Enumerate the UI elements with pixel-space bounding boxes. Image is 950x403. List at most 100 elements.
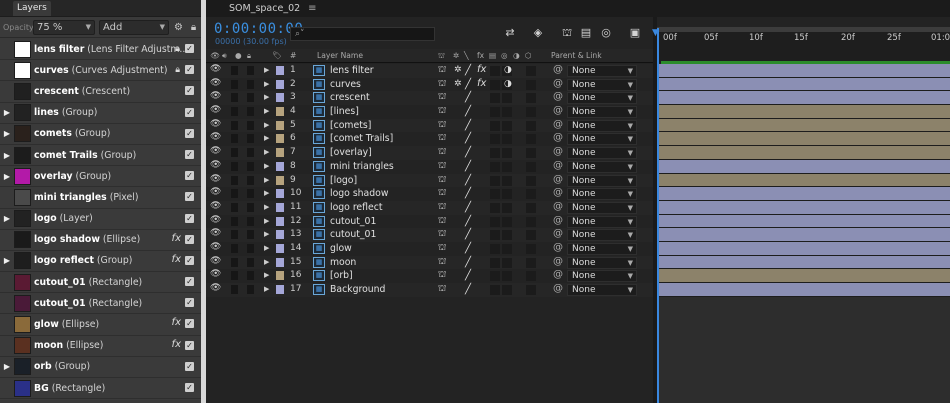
motion-blur-switch[interactable] bbox=[502, 243, 512, 254]
solo-switch[interactable] bbox=[231, 202, 238, 212]
lock-icon[interactable]: 🔒︎ bbox=[175, 65, 180, 75]
layer-duration-bar[interactable] bbox=[658, 187, 950, 201]
eye-icon[interactable]: 👁︎ bbox=[210, 228, 221, 238]
3d-layer-switch[interactable] bbox=[526, 285, 536, 295]
label-color-swatch[interactable] bbox=[276, 271, 284, 281]
fx-icon[interactable]: fx bbox=[172, 317, 181, 328]
expand-triangle-icon[interactable]: ▶ bbox=[264, 258, 269, 266]
expand-triangle-icon[interactable]: ▶ bbox=[264, 230, 269, 238]
layer-name[interactable]: [comet Trails] bbox=[330, 133, 393, 144]
expand-triangle-icon[interactable]: ▶ bbox=[264, 107, 269, 115]
lock-switch[interactable] bbox=[247, 148, 254, 158]
layer-name[interactable]: lens filter bbox=[330, 65, 374, 76]
lock-switch[interactable] bbox=[247, 285, 254, 294]
layer-name[interactable]: [orb] bbox=[330, 270, 353, 281]
expand-triangle-icon[interactable]: ▶ bbox=[264, 189, 269, 197]
lock-switch[interactable] bbox=[247, 175, 254, 185]
lock-switch[interactable] bbox=[247, 107, 254, 117]
current-time-indicator[interactable] bbox=[657, 28, 659, 403]
lock-switch[interactable] bbox=[247, 243, 254, 253]
motion-blur-switch[interactable] bbox=[502, 271, 512, 282]
audio-column-icon[interactable]: 🔊︎ bbox=[222, 51, 227, 61]
parent-dropdown[interactable]: None ▼ bbox=[567, 188, 637, 201]
frame-blend-switch[interactable] bbox=[490, 257, 500, 268]
eye-icon[interactable]: 👁︎ bbox=[210, 174, 221, 184]
shy-switch-icon[interactable]: ⛫ bbox=[438, 147, 446, 158]
3d-layer-switch[interactable] bbox=[526, 271, 536, 282]
timeline-row[interactable]: 👁︎ ▶ 1 ▦ lens filter ⛫ ✲ ╱ fx ◑ @ None ▼ bbox=[206, 64, 653, 78]
frame-blend-switch[interactable] bbox=[490, 285, 500, 295]
layer-duration-bar[interactable] bbox=[658, 159, 950, 174]
composition-flowchart-icon[interactable]: ⇄ bbox=[504, 27, 516, 39]
lock-icon[interactable]: 🔒︎ bbox=[188, 22, 199, 33]
shy-layers-icon[interactable]: ⛫ bbox=[561, 27, 573, 39]
3d-layer-switch[interactable] bbox=[526, 189, 536, 200]
timeline-row[interactable]: 👁︎ ▶ 13 ▦ cutout_01 ⛫ ╱ @ None ▼ bbox=[206, 228, 653, 242]
solo-switch[interactable] bbox=[231, 66, 238, 75]
shy-switch-icon[interactable]: ⛫ bbox=[438, 133, 446, 144]
label-color-swatch[interactable] bbox=[276, 216, 284, 226]
motion-blur-icon[interactable]: ◎ bbox=[600, 27, 612, 39]
label-color-swatch[interactable] bbox=[276, 93, 284, 103]
lock-switch[interactable] bbox=[247, 202, 254, 212]
pick-whip-icon[interactable]: @ bbox=[553, 105, 563, 116]
label-color-swatch[interactable] bbox=[276, 148, 284, 158]
expand-triangle-icon[interactable]: ▶ bbox=[264, 134, 269, 142]
motion-blur-switch[interactable] bbox=[502, 175, 512, 186]
layer-duration-bar[interactable] bbox=[658, 255, 950, 270]
parent-dropdown[interactable]: None ▼ bbox=[567, 92, 637, 105]
solo-switch[interactable] bbox=[231, 134, 238, 144]
layer-duration-bar[interactable] bbox=[658, 173, 950, 188]
expand-triangle-icon[interactable]: ▶ bbox=[0, 129, 14, 138]
layer-name[interactable]: cutout_01 bbox=[330, 229, 376, 240]
motion-blur-switch[interactable] bbox=[502, 257, 512, 268]
solo-switch[interactable] bbox=[231, 161, 238, 171]
visibility-checkbox[interactable]: ✓ bbox=[185, 234, 194, 244]
layer-duration-bar[interactable] bbox=[658, 105, 950, 119]
3d-layer-switch[interactable] bbox=[526, 66, 536, 76]
quality-switch-icon[interactable]: ╱ bbox=[465, 216, 471, 227]
layer-duration-bar[interactable] bbox=[658, 200, 950, 215]
layer-row[interactable]: logo shadow (Ellipse) fx ✓ bbox=[0, 230, 201, 251]
work-area-bar[interactable] bbox=[657, 27, 950, 32]
parent-dropdown[interactable]: None ▼ bbox=[567, 160, 637, 173]
layer-duration-bar[interactable] bbox=[658, 214, 950, 229]
label-color-swatch[interactable] bbox=[276, 257, 284, 267]
video-column-icon[interactable]: 👁︎ bbox=[210, 51, 220, 60]
layer-search-input[interactable]: ⌕˅ bbox=[290, 27, 435, 41]
expand-triangle-icon[interactable]: ▶ bbox=[264, 148, 269, 156]
expand-triangle-icon[interactable]: ▶ bbox=[0, 172, 14, 181]
3d-layer-switch[interactable] bbox=[526, 79, 536, 90]
eye-icon[interactable]: 👁︎ bbox=[210, 64, 221, 74]
pick-whip-icon[interactable]: @ bbox=[553, 78, 563, 89]
timeline-row[interactable]: 👁︎ ▶ 12 ▦ cutout_01 ⛫ ╱ @ None ▼ bbox=[206, 215, 653, 229]
layer-row[interactable]: ▶ comets (Group) ✓ bbox=[0, 124, 201, 145]
label-color-swatch[interactable] bbox=[276, 285, 284, 294]
quality-switch-icon[interactable]: ╱ bbox=[465, 133, 471, 144]
menu-icon[interactable]: ≡ bbox=[308, 3, 316, 14]
quality-switch-icon[interactable]: ╱ bbox=[465, 257, 471, 268]
blend-mode-dropdown[interactable]: Add ▼ bbox=[99, 19, 169, 35]
timeline-row[interactable]: 👁︎ ▶ 5 ▦ [comets] ⛫ ╱ @ None ▼ bbox=[206, 118, 653, 133]
solo-switch[interactable] bbox=[231, 175, 238, 185]
shy-switch-icon[interactable]: ⛫ bbox=[438, 243, 446, 254]
frame-blend-switch[interactable] bbox=[490, 120, 500, 131]
label-color-swatch[interactable] bbox=[276, 107, 284, 117]
adjustment-layer-icon[interactable]: ◑ bbox=[504, 65, 512, 75]
visibility-checkbox[interactable]: ✓ bbox=[185, 213, 194, 223]
frame-blend-switch[interactable] bbox=[490, 107, 500, 118]
parent-dropdown[interactable]: None ▼ bbox=[567, 270, 637, 283]
label-color-swatch[interactable] bbox=[276, 66, 284, 75]
quality-switch-icon[interactable]: ╱ bbox=[465, 202, 471, 213]
layer-duration-bar[interactable] bbox=[658, 91, 950, 106]
pick-whip-icon[interactable]: @ bbox=[553, 256, 563, 267]
3d-layer-switch[interactable] bbox=[526, 257, 536, 268]
quality-switch-icon[interactable]: ╱ bbox=[465, 106, 471, 117]
frame-blend-switch[interactable] bbox=[490, 134, 500, 145]
shy-switch-icon[interactable]: ⛫ bbox=[438, 161, 446, 172]
expand-triangle-icon[interactable]: ▶ bbox=[0, 362, 14, 371]
shy-switch-icon[interactable]: ⛫ bbox=[438, 188, 446, 199]
shy-switch-icon[interactable]: ⛫ bbox=[438, 270, 446, 281]
frame-blend-switch[interactable] bbox=[490, 79, 500, 90]
layer-row[interactable]: ▶ logo reflect (Group) fx ✓ bbox=[0, 251, 201, 273]
